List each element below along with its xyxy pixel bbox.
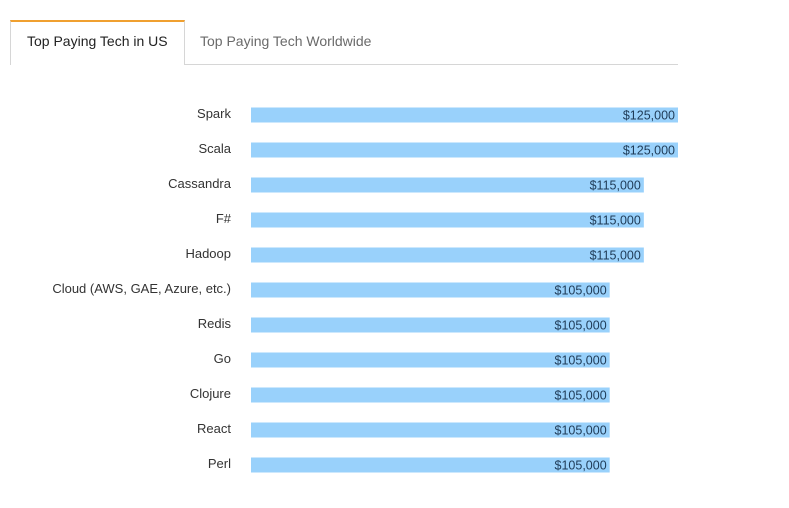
category-label: React bbox=[197, 421, 231, 436]
bar bbox=[251, 107, 678, 123]
value-label: $105,000 bbox=[555, 424, 607, 438]
bar bbox=[251, 212, 644, 228]
value-label: $105,000 bbox=[555, 319, 607, 333]
category-label: Perl bbox=[208, 456, 231, 471]
category-label: Hadoop bbox=[185, 246, 231, 261]
value-label: $105,000 bbox=[555, 459, 607, 473]
bar-chart: Spark $125,000 Scala $125,000 Cassandra $115,… bbox=[52, 106, 678, 473]
bar bbox=[251, 247, 644, 263]
value-label: $105,000 bbox=[555, 284, 607, 298]
category-label: Clojure bbox=[190, 386, 231, 401]
category-label: Spark bbox=[197, 106, 231, 121]
category-label: Cassandra bbox=[168, 176, 232, 191]
category-label: F# bbox=[216, 211, 232, 226]
value-label: $105,000 bbox=[555, 389, 607, 403]
category-label: Go bbox=[214, 351, 231, 366]
category-label: Scala bbox=[198, 141, 231, 156]
value-label: $125,000 bbox=[623, 144, 675, 158]
category-label: Cloud (AWS, GAE, Azure, etc.) bbox=[52, 281, 231, 296]
value-label: $115,000 bbox=[590, 249, 641, 263]
value-label: $115,000 bbox=[590, 214, 641, 228]
value-label: $115,000 bbox=[590, 179, 641, 193]
value-label: $125,000 bbox=[623, 109, 675, 123]
bar bbox=[251, 142, 678, 158]
value-label: $105,000 bbox=[555, 354, 607, 368]
category-label: Redis bbox=[198, 316, 232, 331]
bar bbox=[251, 177, 644, 193]
